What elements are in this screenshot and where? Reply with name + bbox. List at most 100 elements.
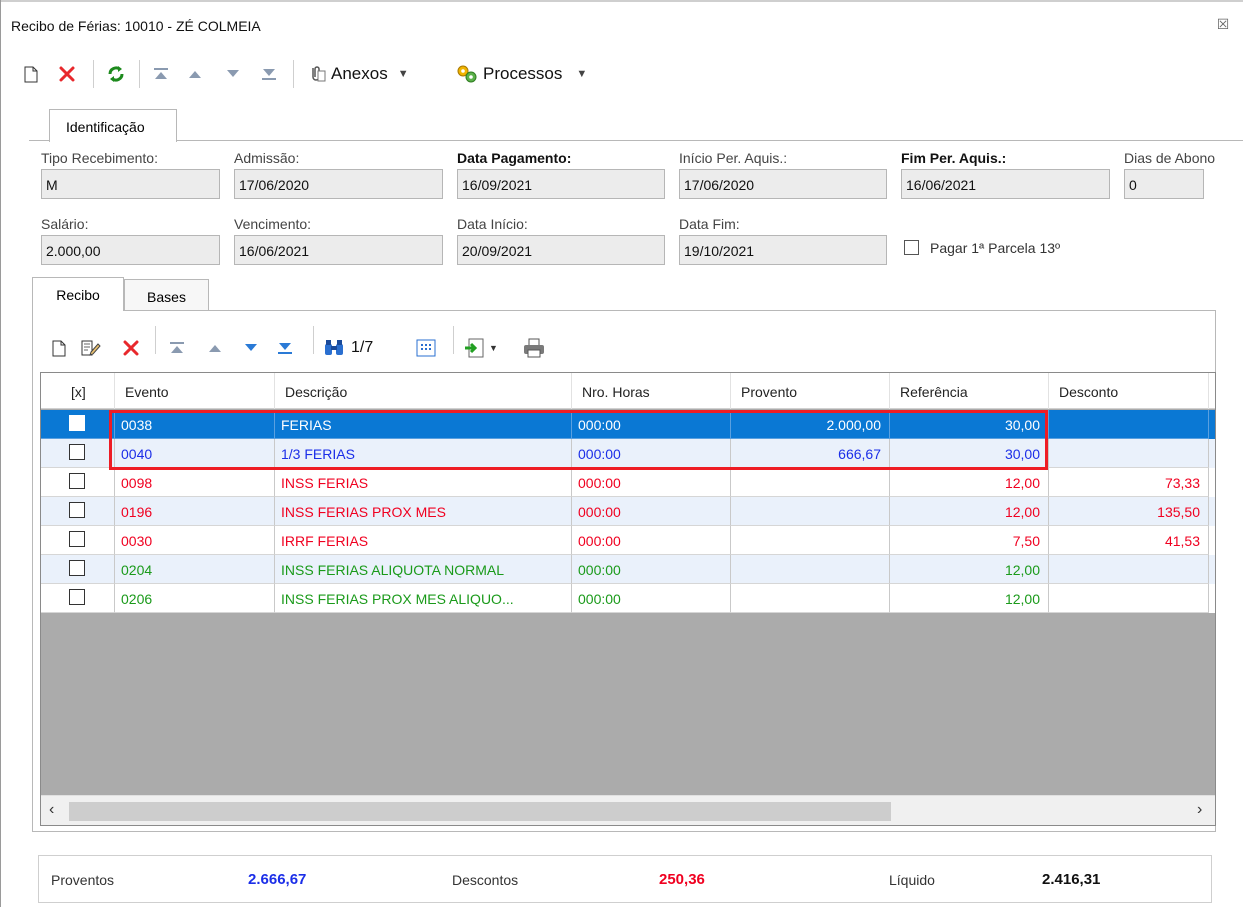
scrollbar-thumb[interactable] [69, 802, 891, 821]
column-header-select[interactable]: [x] [41, 373, 115, 409]
anexos-label: Anexos [331, 64, 388, 83]
next-record-icon[interactable] [223, 62, 243, 86]
chevron-down-icon: ▼ [576, 68, 588, 80]
desconto-cell [1049, 439, 1209, 468]
export-button[interactable]: ▼ [463, 336, 513, 360]
column-header-evento[interactable]: Evento [115, 373, 275, 409]
provento-cell [731, 584, 890, 613]
eventos-grid: [x] Evento Descrição Nro. Horas Provento… [40, 372, 1216, 826]
tab-identificacao[interactable]: Identificação [49, 109, 177, 142]
referencia-cell: 7,50 [890, 526, 1049, 555]
table-row[interactable]: 0196 INSS FERIAS PROX MES 000:00 12,00 1… [41, 497, 1215, 526]
anexos-button[interactable]: Anexos ▼ [307, 62, 437, 86]
grid-header: [x] Evento Descrição Nro. Horas Provento… [41, 373, 1215, 409]
previous-record-icon[interactable] [185, 62, 205, 86]
scroll-right-icon[interactable]: › [1197, 801, 1202, 819]
row-checkbox[interactable] [69, 473, 85, 489]
table-row[interactable]: 0204 INSS FERIAS ALIQUOTA NORMAL 000:00 … [41, 555, 1215, 584]
provento-cell [731, 468, 890, 497]
chevron-down-icon: ▼ [397, 68, 409, 80]
recibo-ferias-window: Recibo de Férias: 10010 - ZÉ COLMEIA ☒ A… [0, 0, 1243, 907]
descricao-cell: INSS FERIAS PROX MES [275, 497, 572, 526]
grid-delete-icon[interactable] [119, 336, 143, 360]
row-checkbox[interactable] [69, 531, 85, 547]
table-row[interactable]: 0098 INSS FERIAS 000:00 12,00 73,33 [41, 468, 1215, 497]
grid-first-icon[interactable] [167, 336, 187, 360]
row-checkbox[interactable] [69, 444, 85, 460]
dias-abono-field[interactable]: 0 [1124, 169, 1204, 199]
row-checkbox[interactable] [69, 502, 85, 518]
binoculars-icon[interactable] [321, 336, 347, 360]
row-select-cell [41, 555, 115, 584]
desconto-cell: 41,53 [1049, 526, 1209, 555]
grid-last-icon[interactable] [275, 336, 295, 360]
row-checkbox[interactable] [69, 589, 85, 605]
horas-cell: 000:00 [572, 497, 731, 526]
tab-bases[interactable]: Bases [124, 279, 209, 310]
row-checkbox[interactable] [69, 415, 85, 431]
desconto-cell [1049, 410, 1209, 439]
tipo-recebimento-field[interactable]: M [41, 169, 220, 199]
column-header-provento[interactable]: Provento [731, 373, 890, 409]
pagar-13-checkbox[interactable] [904, 240, 919, 255]
descontos-total: 250,36 [659, 871, 705, 888]
window-title: Recibo de Férias: 10010 - ZÉ COLMEIA [11, 18, 261, 34]
processos-button[interactable]: Processos ▼ [455, 62, 615, 86]
toolbar-separator [293, 60, 294, 88]
row-select-cell [41, 497, 115, 526]
row-select-cell [41, 439, 115, 468]
column-header-descricao[interactable]: Descrição [275, 373, 572, 409]
descricao-cell: FERIAS [275, 410, 572, 439]
column-header-nro-horas[interactable]: Nro. Horas [572, 373, 731, 409]
chevron-down-icon: ▼ [489, 343, 498, 353]
grid-next-icon[interactable] [241, 336, 261, 360]
row-select-cell [41, 468, 115, 497]
evento-cell: 0098 [115, 468, 275, 497]
vencimento-label: Vencimento: [234, 216, 312, 232]
title-bar: Recibo de Férias: 10010 - ZÉ COLMEIA ☒ [1, 2, 1243, 48]
new-icon[interactable] [21, 62, 41, 86]
processos-label: Processos [483, 64, 563, 83]
data-inicio-field[interactable]: 20/09/2021 [457, 235, 665, 265]
last-record-icon[interactable] [259, 62, 279, 86]
column-header-referencia[interactable]: Referência [890, 373, 1049, 409]
vencimento-field[interactable]: 16/06/2021 [234, 235, 443, 265]
inicio-per-aquis-field[interactable]: 17/06/2020 [679, 169, 887, 199]
data-pagamento-field[interactable]: 16/09/2021 [457, 169, 665, 199]
salario-label: Salário: [41, 216, 89, 232]
grid-previous-icon[interactable] [205, 336, 225, 360]
liquido-total: 2.416,31 [1042, 871, 1101, 888]
delete-icon[interactable] [55, 62, 79, 86]
table-row[interactable]: 0030 IRRF FERIAS 000:00 7,50 41,53 [41, 526, 1215, 555]
tab-recibo[interactable]: Recibo [32, 277, 124, 311]
data-fim-field[interactable]: 19/10/2021 [679, 235, 887, 265]
column-header-desconto[interactable]: Desconto [1049, 373, 1209, 409]
horizontal-scrollbar[interactable]: ‹ › [41, 795, 1215, 825]
print-icon[interactable] [521, 336, 547, 360]
admissao-field[interactable]: 17/06/2020 [234, 169, 443, 199]
table-row[interactable]: 0040 1/3 FERIAS 000:00 666,67 30,00 [41, 439, 1215, 468]
table-row[interactable]: 0038 FERIAS 000:00 2.000,00 30,00 [41, 410, 1215, 439]
horas-cell: 000:00 [572, 526, 731, 555]
close-icon[interactable]: ☒ [1215, 16, 1231, 32]
record-position: 1/7 [351, 339, 374, 356]
horas-cell: 000:00 [572, 468, 731, 497]
horas-cell: 000:00 [572, 584, 731, 613]
admissao-label: Admissão: [234, 150, 300, 166]
grid-toolbar-separator [453, 326, 454, 354]
salario-field[interactable]: 2.000,00 [41, 235, 220, 265]
scroll-left-icon[interactable]: ‹ [49, 801, 54, 819]
provento-cell [731, 526, 890, 555]
provento-cell [731, 555, 890, 584]
row-checkbox[interactable] [69, 560, 85, 576]
grid-new-icon[interactable] [49, 336, 69, 360]
grid-edit-icon[interactable] [79, 336, 103, 360]
refresh-icon[interactable] [103, 62, 129, 86]
table-row[interactable]: 0206 INSS FERIAS PROX MES ALIQUO... 000:… [41, 584, 1215, 613]
toolbar-separator [93, 60, 94, 88]
column-chooser-icon[interactable] [413, 336, 439, 360]
first-record-icon[interactable] [151, 62, 171, 86]
referencia-cell: 30,00 [890, 439, 1049, 468]
data-fim-label: Data Fim: [679, 216, 740, 232]
fim-per-aquis-field[interactable]: 16/06/2021 [901, 169, 1110, 199]
